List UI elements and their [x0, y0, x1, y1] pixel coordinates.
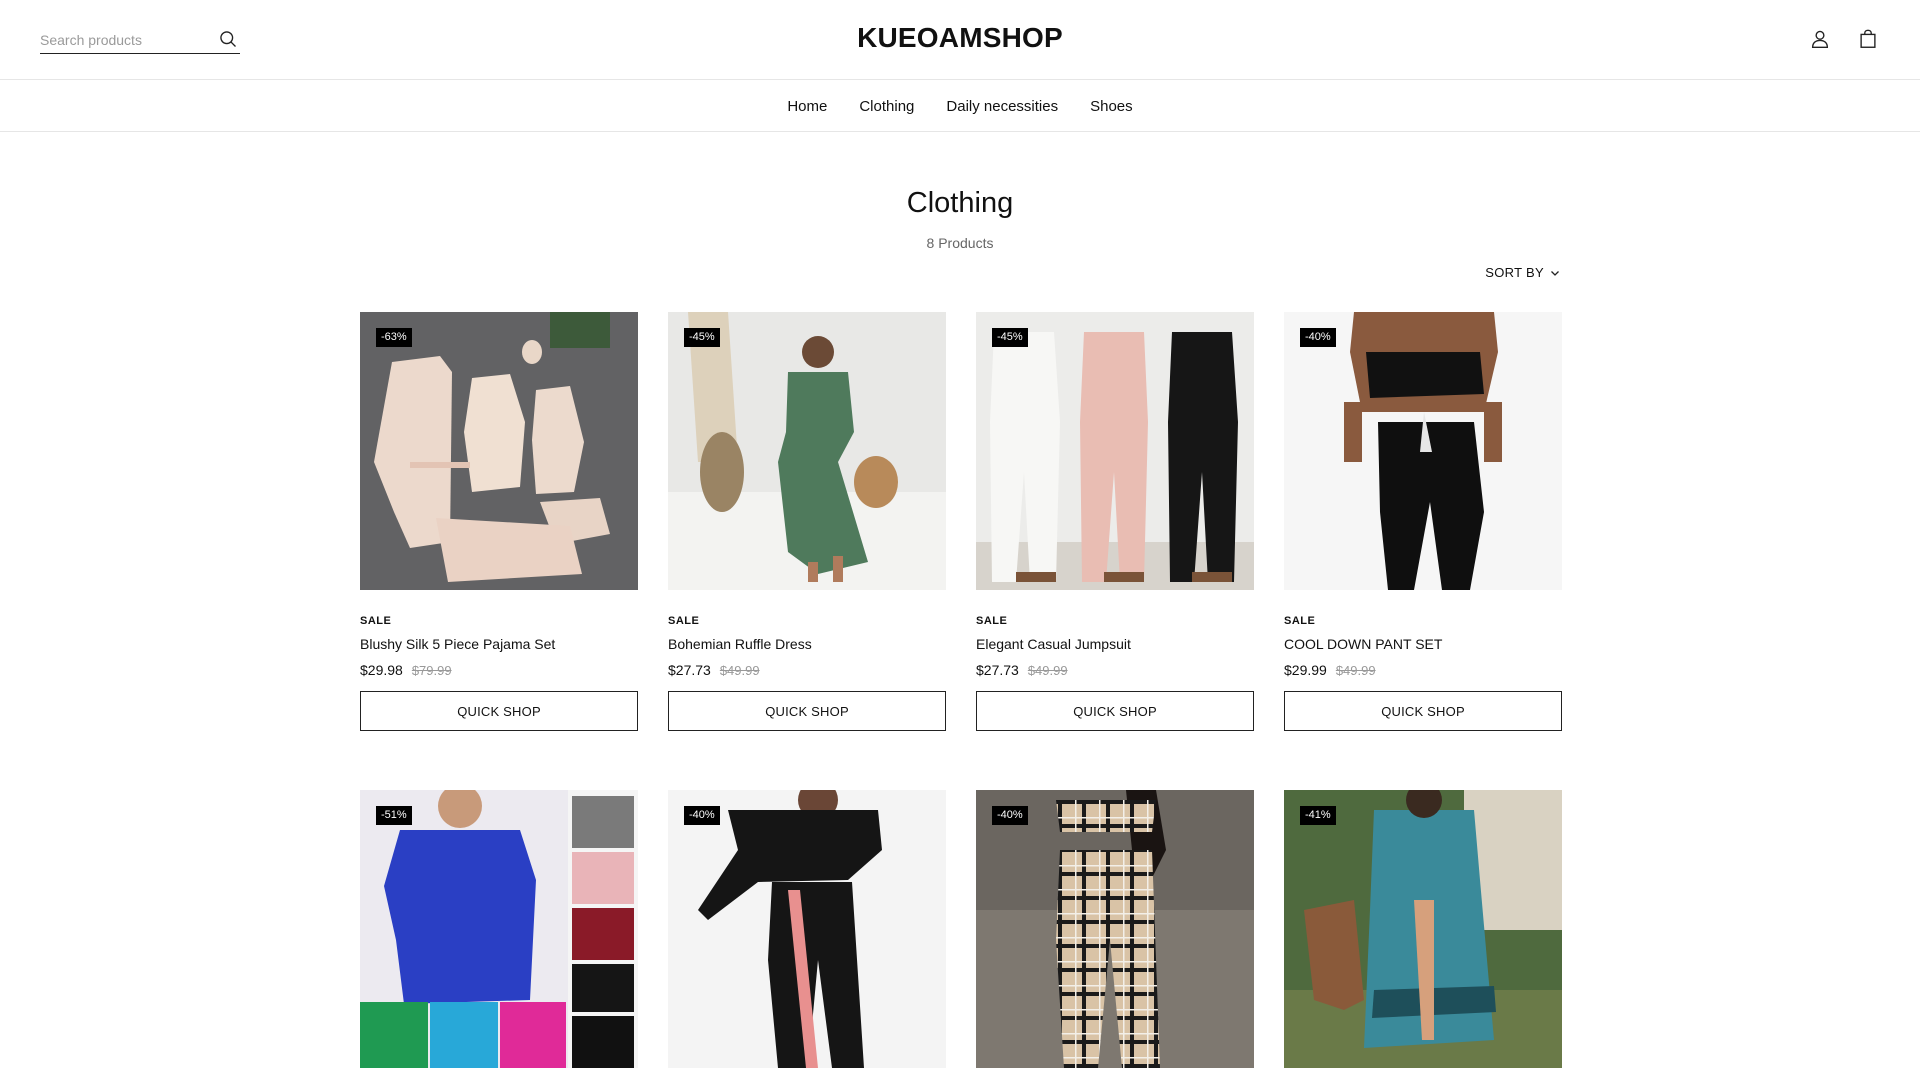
price-row: $29.98 $79.99 — [360, 662, 638, 678]
sale-label: SALE — [668, 615, 700, 627]
compare-at-price: $49.99 — [1027, 663, 1068, 678]
product-image[interactable]: -63% — [360, 312, 638, 590]
product-count: 8 Products — [926, 235, 994, 251]
product-card: -40% — [976, 790, 1254, 1068]
compare-at-price: $49.99 — [1335, 663, 1376, 678]
user-icon[interactable] — [1809, 28, 1831, 50]
sale-label: SALE — [976, 615, 1008, 627]
product-title[interactable]: COOL DOWN PANT SET — [1284, 636, 1562, 652]
product-photo — [976, 312, 1254, 590]
product-photo — [976, 790, 1254, 1068]
product-grid: -63% SALE Blushy Silk 5 Piece Pajama Set… — [360, 312, 1562, 1068]
discount-badge: -40% — [992, 806, 1028, 825]
sort-by-dropdown[interactable]: SORT BY — [1485, 265, 1560, 280]
product-image[interactable]: -40% — [668, 790, 946, 1068]
shopping-bag-icon[interactable] — [1857, 28, 1879, 50]
discount-badge: -41% — [1300, 806, 1336, 825]
price-row: $27.73 $49.99 — [668, 662, 946, 678]
sale-label: SALE — [1284, 615, 1316, 627]
price-row: $27.73 $49.99 — [976, 662, 1254, 678]
compare-at-price: $49.99 — [719, 663, 760, 678]
discount-badge: -40% — [1300, 328, 1336, 347]
product-title[interactable]: Blushy Silk 5 Piece Pajama Set — [360, 636, 638, 652]
product-image[interactable]: -51% — [360, 790, 638, 1068]
sale-price: $29.99 — [1284, 662, 1327, 678]
sale-price: $27.73 — [668, 662, 711, 678]
quick-shop-button[interactable]: QUICK SHOP — [668, 691, 946, 731]
product-photo — [1284, 790, 1562, 1068]
quick-shop-button[interactable]: QUICK SHOP — [1284, 691, 1562, 731]
product-image[interactable]: -40% — [1284, 312, 1562, 590]
product-photo — [360, 790, 638, 1068]
product-image[interactable]: -45% — [976, 312, 1254, 590]
product-title[interactable]: Bohemian Ruffle Dress — [668, 636, 946, 652]
product-title[interactable]: Elegant Casual Jumpsuit — [976, 636, 1254, 652]
product-card: -63% SALE Blushy Silk 5 Piece Pajama Set… — [360, 312, 638, 731]
product-card: -40% — [668, 790, 946, 1068]
nav-item-home[interactable]: Home — [787, 98, 827, 115]
main-nav: Home Clothing Daily necessities Shoes — [0, 81, 1920, 132]
product-photo — [1284, 312, 1562, 590]
nav-item-clothing[interactable]: Clothing — [859, 98, 914, 115]
price-row: $29.99 $49.99 — [1284, 662, 1562, 678]
sale-label: SALE — [360, 615, 392, 627]
sale-price: $29.98 — [360, 662, 403, 678]
chevron-down-icon — [1551, 270, 1559, 276]
nav-item-shoes[interactable]: Shoes — [1090, 98, 1133, 115]
product-photo — [668, 790, 946, 1068]
sort-by-label: SORT BY — [1485, 265, 1544, 280]
compare-at-price: $79.99 — [411, 663, 452, 678]
quick-shop-button[interactable]: QUICK SHOP — [360, 691, 638, 731]
product-image[interactable]: -41% — [1284, 790, 1562, 1068]
discount-badge: -45% — [684, 328, 720, 347]
discount-badge: -40% — [684, 806, 720, 825]
product-card: -51% — [360, 790, 638, 1068]
product-card: -41% — [1284, 790, 1562, 1068]
product-image[interactable]: -40% — [976, 790, 1254, 1068]
collection-title: Clothing — [906, 187, 1014, 219]
site-logo[interactable]: KUEOAMSHOP — [0, 22, 1920, 54]
discount-badge: -63% — [376, 328, 412, 347]
product-photo — [668, 312, 946, 590]
quick-shop-button[interactable]: QUICK SHOP — [976, 691, 1254, 731]
nav-item-daily-necessities[interactable]: Daily necessities — [946, 98, 1058, 115]
product-image[interactable]: -45% — [668, 312, 946, 590]
product-card: -40% SALE COOL DOWN PANT SET $29.99 $49.… — [1284, 312, 1562, 731]
discount-badge: -51% — [376, 806, 412, 825]
discount-badge: -45% — [992, 328, 1028, 347]
site-header: KUEOAMSHOP — [0, 0, 1920, 80]
product-photo — [360, 312, 638, 590]
sale-price: $27.73 — [976, 662, 1019, 678]
product-card: -45% SALE Bohemian Ruffle Dress $27.73 $… — [668, 312, 946, 731]
product-card: -45% SALE Elegant Casual Jumpsuit $27.73… — [976, 312, 1254, 731]
